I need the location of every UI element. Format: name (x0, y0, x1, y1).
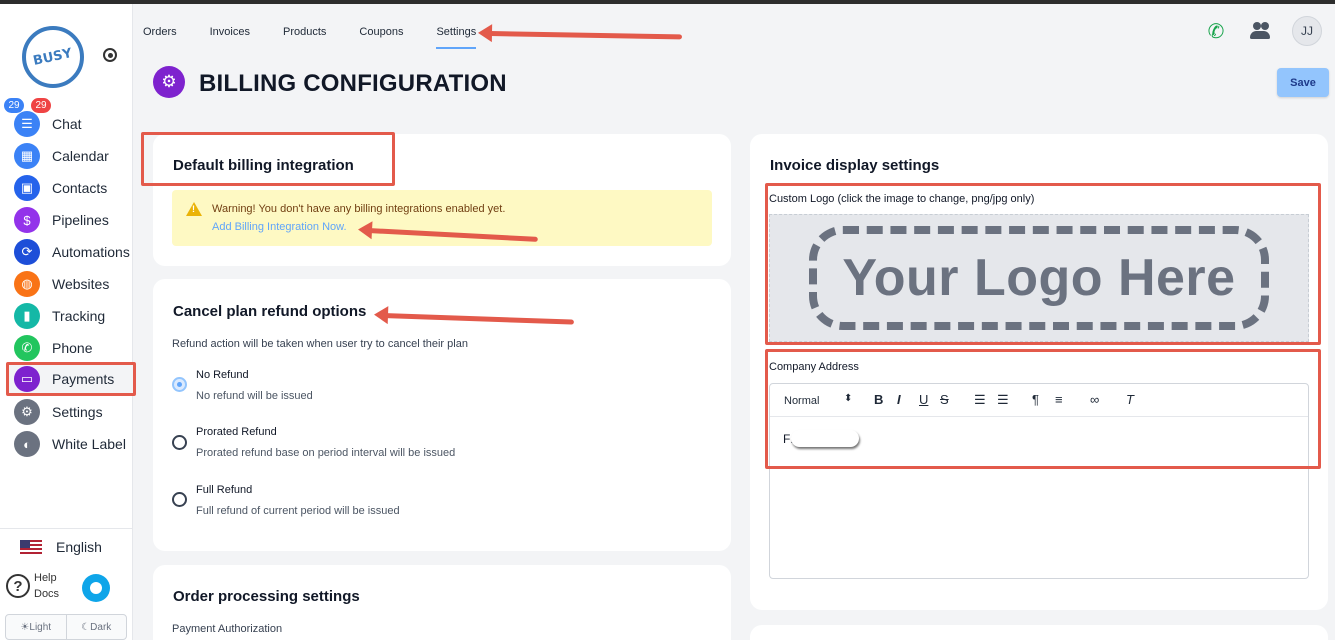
help-docs-label: Help Docs (34, 572, 60, 600)
prorated-refund-title: Prorated Refund (196, 426, 277, 438)
annotation-box-custom-logo (765, 183, 1321, 345)
billing-settings-icon: ⚙ (153, 66, 185, 98)
chat-icon: ☰ (14, 111, 40, 137)
sidebar-item-phone[interactable]: ✆ Phone (10, 333, 134, 363)
sidebar-item-label: Pipelines (52, 212, 109, 228)
sidebar-item-white-label[interactable]: ◐ White Label (10, 429, 134, 459)
warning-text: Warning! You don't have any billing inte… (212, 203, 506, 215)
sidebar-item-pipelines[interactable]: $ Pipelines (10, 205, 134, 235)
tab-invoices[interactable]: Invoices (210, 26, 250, 49)
sidebar-item-label: White Label (52, 436, 126, 452)
pipelines-icon: $ (14, 207, 40, 233)
tab-coupons[interactable]: Coupons (359, 26, 403, 49)
sidebar-item-tracking[interactable]: ▮ Tracking (10, 301, 134, 331)
tab-settings[interactable]: Settings (436, 26, 477, 49)
sidebar-item-label: Calendar (52, 148, 109, 164)
no-refund-title: No Refund (196, 369, 249, 381)
sidebar-item-automations[interactable]: ⟳ Automations (10, 237, 134, 267)
full-refund-desc: Full refund of current period will be is… (196, 505, 400, 517)
payments-icon: ▭ (14, 366, 40, 392)
help-icon: ? (6, 574, 30, 598)
phone-icon: ✆ (14, 335, 40, 361)
sidebar-item-label: Automations (52, 244, 130, 260)
settings-icon: ⚙ (14, 399, 40, 425)
light-theme-label: Light (29, 621, 52, 633)
next-settings-card (750, 625, 1328, 640)
white-label-icon: ◐ (14, 431, 40, 457)
prorated-refund-radio[interactable] (172, 435, 187, 450)
help-docs-link[interactable]: ? Help Docs (6, 570, 68, 602)
light-theme-button[interactable]: ☀ Light (6, 615, 67, 639)
language-selector[interactable]: English (0, 528, 133, 564)
team-icon[interactable] (1250, 19, 1274, 43)
sidebar-item-websites[interactable]: ◍ Websites (10, 269, 134, 299)
full-refund-radio[interactable] (172, 492, 187, 507)
sidebar-item-contacts[interactable]: ▣ Contacts (10, 173, 134, 203)
sidebar-item-label: Settings (52, 404, 103, 420)
order-processing-heading: Order processing settings (173, 588, 360, 605)
sidebar-item-label: Tracking (52, 308, 106, 324)
sidebar-collapse-icon[interactable] (103, 48, 117, 62)
phone-call-icon[interactable]: ✆ (1204, 19, 1228, 43)
invoice-display-heading: Invoice display settings (770, 157, 940, 174)
websites-icon: ◍ (14, 271, 40, 297)
sidebar-item-label: Contacts (52, 180, 108, 196)
top-tabs: Orders Invoices Products Coupons Setting… (143, 26, 509, 49)
sidebar-item-label: Websites (52, 276, 110, 292)
sidebar-item-label: Phone (52, 340, 93, 356)
warning-icon (186, 202, 202, 216)
contacts-icon: ▣ (14, 175, 40, 201)
user-avatar[interactable]: JJ (1292, 16, 1322, 46)
company-logo[interactable]: BUSY (22, 26, 84, 88)
annotation-arrow-settings (487, 31, 683, 40)
add-integration-link[interactable]: Add Billing Integration Now. (212, 221, 347, 233)
top-border (0, 0, 1335, 4)
tab-products[interactable]: Products (283, 26, 326, 49)
page-title: BILLING CONFIGURATION (199, 70, 507, 97)
logo-text: BUSY (32, 45, 74, 69)
billing-integration-heading: Default billing integration (173, 157, 354, 174)
sidebar-item-payments[interactable]: ▭ Payments (6, 362, 136, 396)
save-button[interactable]: Save (1277, 68, 1329, 97)
language-label: English (56, 538, 102, 555)
sidebar-item-label: Chat (52, 116, 82, 132)
payment-authorization-label: Payment Authorization (172, 623, 283, 635)
dark-theme-label: Dark (90, 621, 112, 633)
tab-orders[interactable]: Orders (143, 26, 177, 49)
theme-toggle: ☀ Light ☾ Dark (5, 614, 127, 640)
tracking-icon: ▮ (14, 303, 40, 329)
sidebar-item-calendar[interactable]: ▦ Calendar (10, 141, 134, 171)
no-refund-radio[interactable] (172, 377, 187, 392)
header-actions: ✆ JJ (1204, 16, 1322, 46)
annotation-box-company-address (765, 349, 1321, 469)
refund-description: Refund action will be taken when user tr… (172, 338, 468, 350)
us-flag-icon (20, 539, 42, 554)
prorated-refund-desc: Prorated refund base on period interval … (196, 447, 456, 459)
full-refund-title: Full Refund (196, 484, 253, 496)
integration-warning: Warning! You don't have any billing inte… (172, 190, 712, 246)
dark-theme-button[interactable]: ☾ Dark (67, 615, 127, 639)
automations-icon: ⟳ (14, 239, 40, 265)
refund-options-heading: Cancel plan refund options (173, 303, 367, 320)
sidebar-item-label: Payments (52, 371, 115, 387)
sidebar-item-chat[interactable]: ☰ Chat (10, 109, 134, 139)
calendar-icon: ▦ (14, 143, 40, 169)
support-chat-icon[interactable] (82, 574, 110, 602)
no-refund-desc: No refund will be issued (196, 390, 313, 402)
sidebar-item-settings[interactable]: ⚙ Settings (10, 397, 134, 427)
